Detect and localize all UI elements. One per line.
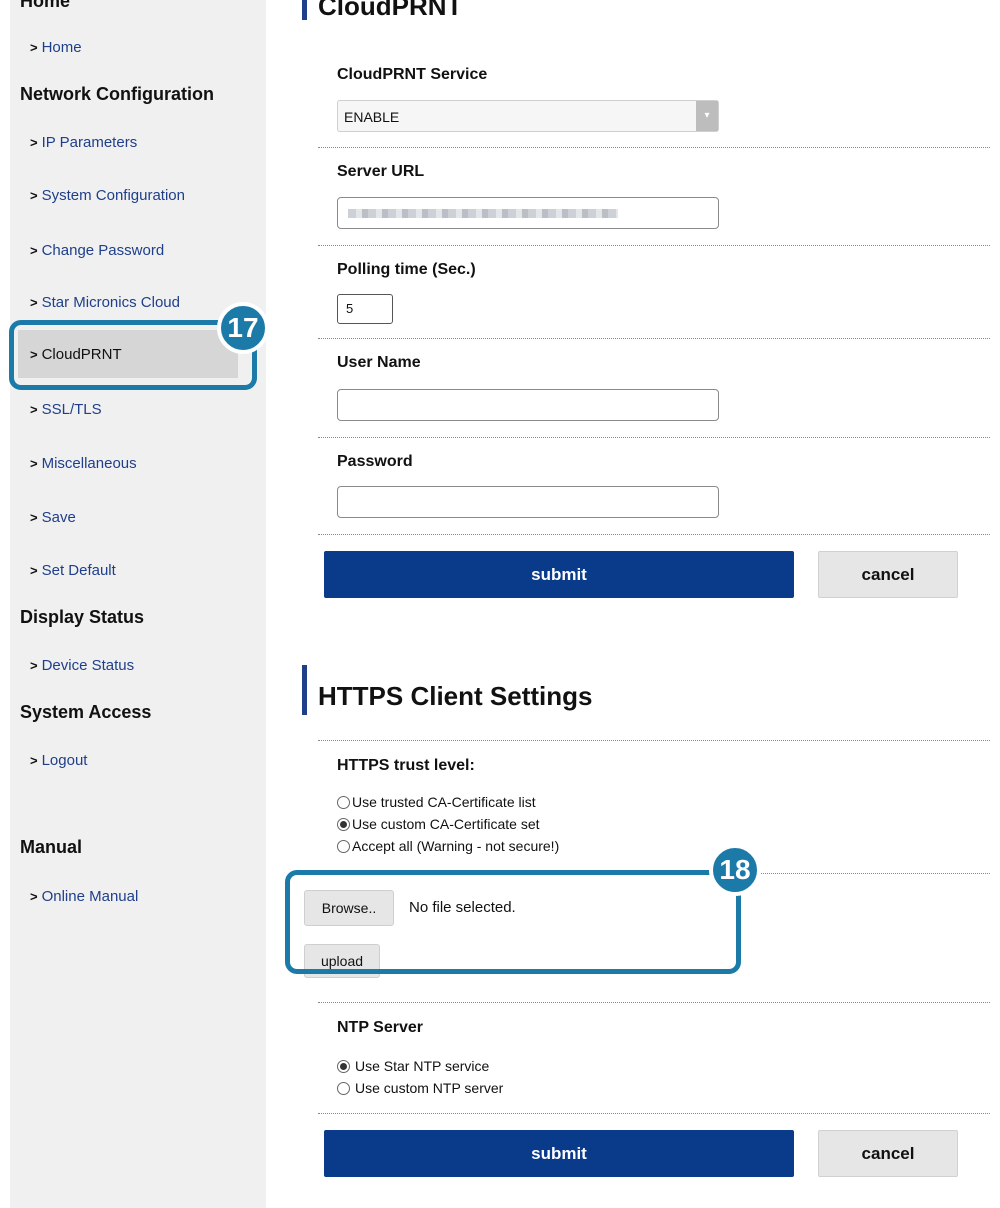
radio-selected-icon[interactable] <box>337 1059 350 1073</box>
trust-option-trusted-list[interactable]: Use trusted CA-Certificate list <box>337 793 536 811</box>
chevron-right-icon: > <box>30 455 38 471</box>
sidebar-item-home[interactable]: > Home <box>30 36 82 58</box>
chevron-right-icon: > <box>30 752 38 768</box>
divider <box>318 534 990 535</box>
https-trust-label: HTTPS trust level: <box>337 757 475 774</box>
chevron-right-icon: > <box>30 657 38 673</box>
sidebar-item-device-status[interactable]: > Device Status <box>30 654 134 676</box>
chevron-right-icon: > <box>30 509 38 525</box>
sidebar-item-miscellaneous[interactable]: > Miscellaneous <box>30 452 137 474</box>
server-url-field[interactable] <box>337 197 719 229</box>
chevron-right-icon: > <box>30 39 38 55</box>
chevron-right-icon: > <box>30 134 38 150</box>
chevron-right-icon: > <box>30 888 38 904</box>
divider <box>318 740 990 741</box>
user-name-label: User Name <box>337 354 421 371</box>
chevron-right-icon: > <box>30 294 38 310</box>
cloudprnt-cancel-button[interactable]: cancel <box>818 551 958 598</box>
radio-icon[interactable] <box>337 839 350 853</box>
chevron-down-icon: ▾ <box>696 101 718 131</box>
radio-icon[interactable] <box>337 1081 350 1095</box>
redacted-url-blur <box>348 209 618 218</box>
https-title: HTTPS Client Settings <box>318 681 593 711</box>
trust-option-accept-all[interactable]: Accept all (Warning - not secure!) <box>337 837 559 855</box>
user-name-field[interactable] <box>337 389 719 421</box>
sidebar-heading-network: Network Configuration <box>20 84 214 104</box>
sidebar-item-change-password[interactable]: > Change Password <box>30 239 164 261</box>
divider <box>318 245 990 246</box>
sidebar-heading-access: System Access <box>20 702 152 722</box>
sidebar-item-set-default[interactable]: > Set Default <box>30 559 116 581</box>
ntp-option-star[interactable]: Use Star NTP service <box>337 1057 489 1075</box>
polling-time-label: Polling time (Sec.) <box>337 261 476 278</box>
sidebar-item-star-micronics-cloud[interactable]: > Star Micronics Cloud <box>30 291 180 313</box>
https-submit-button[interactable]: submit <box>324 1130 794 1177</box>
ntp-server-label: NTP Server <box>337 1019 423 1036</box>
password-label: Password <box>337 453 413 470</box>
divider <box>318 437 990 438</box>
server-url-label: Server URL <box>337 163 425 180</box>
divider <box>318 1002 990 1003</box>
password-field[interactable] <box>337 486 719 518</box>
divider <box>318 1113 990 1114</box>
chevron-right-icon: > <box>30 242 38 258</box>
sidebar-item-system-configuration[interactable]: > System Configuration <box>30 184 185 206</box>
section-accent-bar <box>302 665 307 715</box>
sidebar-heading-display: Display Status <box>20 607 145 627</box>
radio-icon[interactable] <box>337 795 350 809</box>
sidebar-heading-home: Home <box>20 0 71 11</box>
sidebar-item-save[interactable]: > Save <box>30 506 76 528</box>
cloudprnt-submit-button[interactable]: submit <box>324 551 794 598</box>
radio-selected-icon[interactable] <box>337 817 350 831</box>
sidebar-item-online-manual[interactable]: > Online Manual <box>30 885 138 907</box>
sidebar-heading-manual: Manual <box>20 837 83 857</box>
chevron-right-icon: > <box>30 401 38 417</box>
divider <box>318 338 990 339</box>
ntp-option-custom[interactable]: Use custom NTP server <box>337 1079 503 1097</box>
cloudprnt-title: CloudPRNT <box>318 0 463 21</box>
chevron-right-icon: > <box>30 187 38 203</box>
https-cancel-button[interactable]: cancel <box>818 1130 958 1177</box>
sidebar: Home > Home Network Configuration > IP Par… <box>10 0 266 1208</box>
divider <box>318 147 990 148</box>
section-accent-bar <box>302 0 307 20</box>
callout-17-badge: 17 <box>217 302 269 354</box>
sidebar-item-ssl-tls[interactable]: > SSL/TLS <box>30 398 102 420</box>
callout-18-frame <box>285 870 741 974</box>
polling-time-field[interactable]: 5 <box>337 294 393 324</box>
callout-18-badge: 18 <box>709 844 761 896</box>
trust-option-custom-set[interactable]: Use custom CA-Certificate set <box>337 815 540 833</box>
cloudprnt-service-select[interactable]: ENABLE ▾ <box>337 100 719 132</box>
chevron-right-icon: > <box>30 562 38 578</box>
sidebar-item-ip-parameters[interactable]: > IP Parameters <box>30 131 137 153</box>
cloudprnt-service-label: CloudPRNT Service <box>337 66 488 83</box>
sidebar-item-logout[interactable]: > Logout <box>30 749 87 771</box>
